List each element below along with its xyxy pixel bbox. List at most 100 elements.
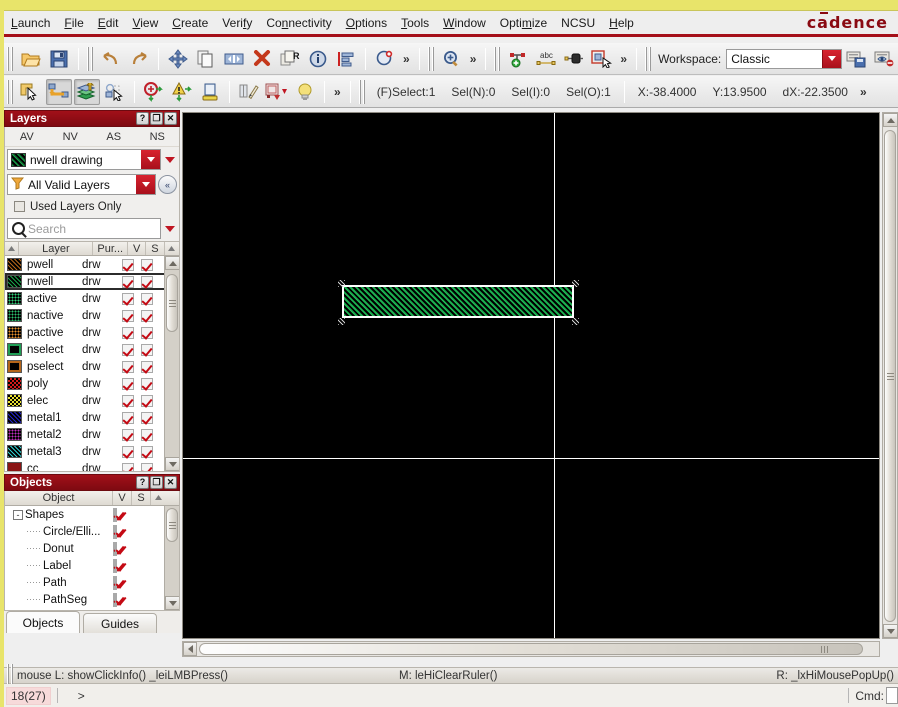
toolbar-grip-2[interactable] [87,46,94,71]
object-row[interactable]: Label [5,557,179,574]
column-header-object-selectable[interactable]: S [132,491,151,505]
help-button[interactable]: ? [136,476,149,489]
select-shapes-icon[interactable] [102,79,128,105]
object-selectable-checkbox[interactable] [115,507,117,522]
toolbar-grip-4[interactable] [494,46,502,71]
layer-menu-button[interactable] [163,156,177,163]
tab-guides[interactable]: Guides [83,613,157,633]
scroll-up-header[interactable] [165,242,179,255]
route-wire-icon[interactable] [46,78,72,105]
scrollbar-thumb[interactable] [166,274,178,332]
chevron-down-icon[interactable] [822,49,841,68]
toolbar2-grip[interactable] [7,79,14,104]
layer-selectable-checkbox[interactable] [137,462,156,471]
canvas-hscroll-thumb[interactable] [199,643,863,655]
toolbar-overflow-2[interactable]: » [466,52,481,66]
column-header-selectable[interactable]: S [146,242,165,255]
selection-handle-bottom-right[interactable] [572,318,579,325]
undock-button[interactable]: ❐ [150,476,163,489]
layer-selectable-checkbox[interactable] [137,343,156,356]
scroll-down-button[interactable] [165,457,179,471]
workspace-select[interactable]: Classic [726,48,842,69]
object-row[interactable]: Path [5,574,179,591]
layer-selectable-checkbox[interactable] [137,394,156,407]
info-icon[interactable] [305,46,331,72]
menu-view[interactable]: View [125,13,165,33]
select-region-icon[interactable] [589,46,615,72]
object-selectable-checkbox[interactable] [115,558,117,573]
tree-expander-icon[interactable]: - [13,509,23,520]
layer-row-nactive[interactable]: nactive drw [5,307,179,324]
layer-row-elec[interactable]: elec drw [5,392,179,409]
chevron-down-icon[interactable] [141,150,160,169]
used-layers-only-row[interactable]: Used Layers Only [5,197,179,216]
selection-handle-top-right[interactable] [572,280,579,287]
object-row[interactable]: Donut [5,540,179,557]
layer-row-pselect[interactable]: pselect drw [5,358,179,375]
canvas-scroll-up-button[interactable] [883,113,898,127]
toolbar-grip-3[interactable] [427,46,435,71]
menu-edit[interactable]: Edit [91,13,126,33]
column-header-visible[interactable]: V [128,242,147,255]
lightbulb-icon[interactable] [292,79,318,105]
layer-visible-checkbox[interactable] [118,343,137,356]
layer-row-metal1[interactable]: metal1 drw [5,409,179,426]
layer-selectable-checkbox[interactable] [137,428,156,441]
layer-stack-icon[interactable] [74,78,100,105]
menu-create[interactable]: Create [165,13,215,33]
search-menu-button[interactable] [163,225,177,232]
column-header-object[interactable]: Object [5,491,113,505]
search-input[interactable]: Search [7,218,161,239]
menu-file[interactable]: File [57,13,90,33]
toolbar2-overflow[interactable]: » [330,85,345,99]
layer-visible-checkbox[interactable] [118,326,137,339]
status-grip[interactable] [358,79,366,104]
collapse-panel-button[interactable]: « [158,175,177,194]
layer-selectable-checkbox[interactable] [137,309,156,322]
delete-workspace-icon[interactable] [871,46,897,72]
help-button[interactable]: ? [136,112,149,125]
layer-selectable-checkbox[interactable] [137,360,156,373]
close-button[interactable]: ✕ [164,112,177,125]
canvas-scroll-left-button[interactable] [183,642,197,656]
layer-filter-select[interactable]: All Valid Layers [7,174,156,195]
close-button[interactable]: ✕ [164,476,177,489]
menu-help[interactable]: Help [602,13,641,33]
canvas-vscroll-thumb[interactable] [884,130,896,622]
layer-visible-checkbox[interactable] [118,428,137,441]
layout-canvas[interactable] [182,112,880,639]
nwell-rectangle-shape[interactable] [342,285,574,318]
layer-row-poly[interactable]: poly drw [5,375,179,392]
label-icon[interactable]: abc [533,46,559,72]
menu-optimize[interactable]: Optimize [493,13,554,33]
save-icon[interactable] [46,46,72,72]
align-icon[interactable] [333,46,359,72]
canvas-scroll-down-button[interactable] [883,624,898,638]
ns-column-button[interactable]: NS [136,131,180,143]
cmd-input[interactable] [886,687,898,704]
canvas-vertical-scrollbar[interactable] [882,112,898,639]
canvas-horizontal-scrollbar[interactable] [182,641,880,657]
layer-row-metal3[interactable]: metal3 drw [5,443,179,460]
palette-icon[interactable] [264,79,290,105]
object-row[interactable]: Circle/Elli... [5,523,179,540]
delete-icon[interactable] [249,46,275,72]
layer-visible-checkbox[interactable] [118,309,137,322]
toolbar-grip[interactable] [7,46,14,71]
layer-visible-checkbox[interactable] [118,275,137,288]
layer-visible-checkbox[interactable] [118,377,137,390]
layer-selectable-checkbox[interactable] [137,258,156,271]
column-header-purpose[interactable]: Pur... [93,242,129,255]
object-selectable-checkbox[interactable] [115,592,117,607]
menu-connectivity[interactable]: Connectivity [259,13,338,33]
objects-scroll-down-button[interactable] [165,596,179,610]
menu-ncsu[interactable]: NCSU [554,13,602,33]
save-workspace-icon[interactable] [843,46,869,72]
tab-objects[interactable]: Objects [6,611,80,633]
as-column-button[interactable]: AS [92,131,136,143]
move-icon[interactable] [165,46,191,72]
column-header-object-visible[interactable]: V [113,491,132,505]
properties-icon[interactable]: R [277,46,303,72]
menu-window[interactable]: Window [436,13,493,33]
layer-row-pactive[interactable]: pactive drw [5,324,179,341]
